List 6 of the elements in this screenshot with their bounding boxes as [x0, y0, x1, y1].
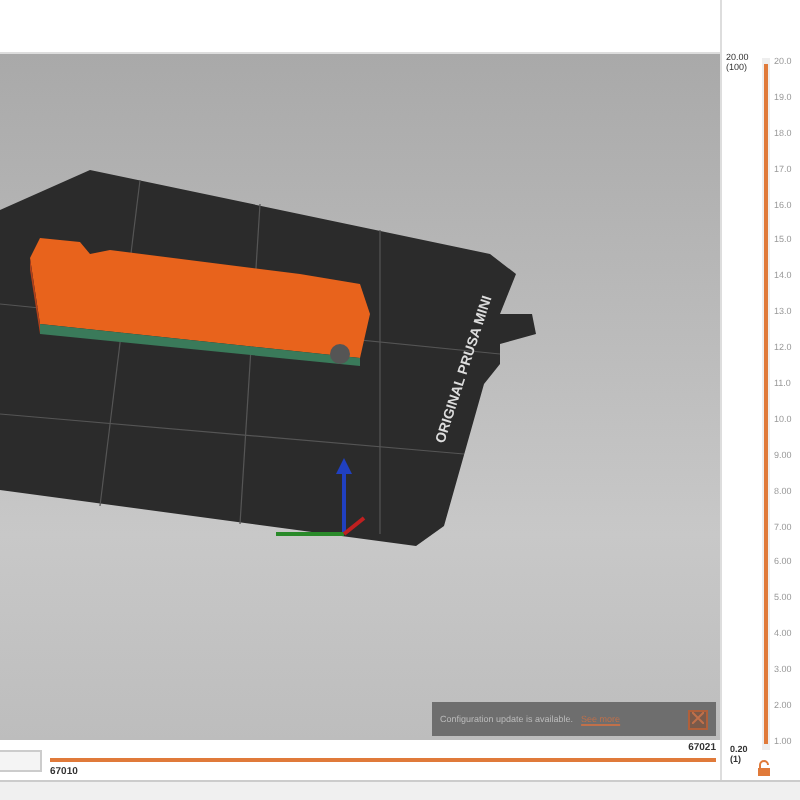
close-button[interactable] [688, 709, 708, 729]
horizontal-slider-track[interactable] [50, 754, 716, 766]
lock-icon[interactable] [756, 760, 772, 776]
close-icon [692, 711, 704, 723]
vertical-slider-track[interactable] [762, 58, 770, 750]
view-type-dropdown[interactable] [0, 749, 42, 771]
